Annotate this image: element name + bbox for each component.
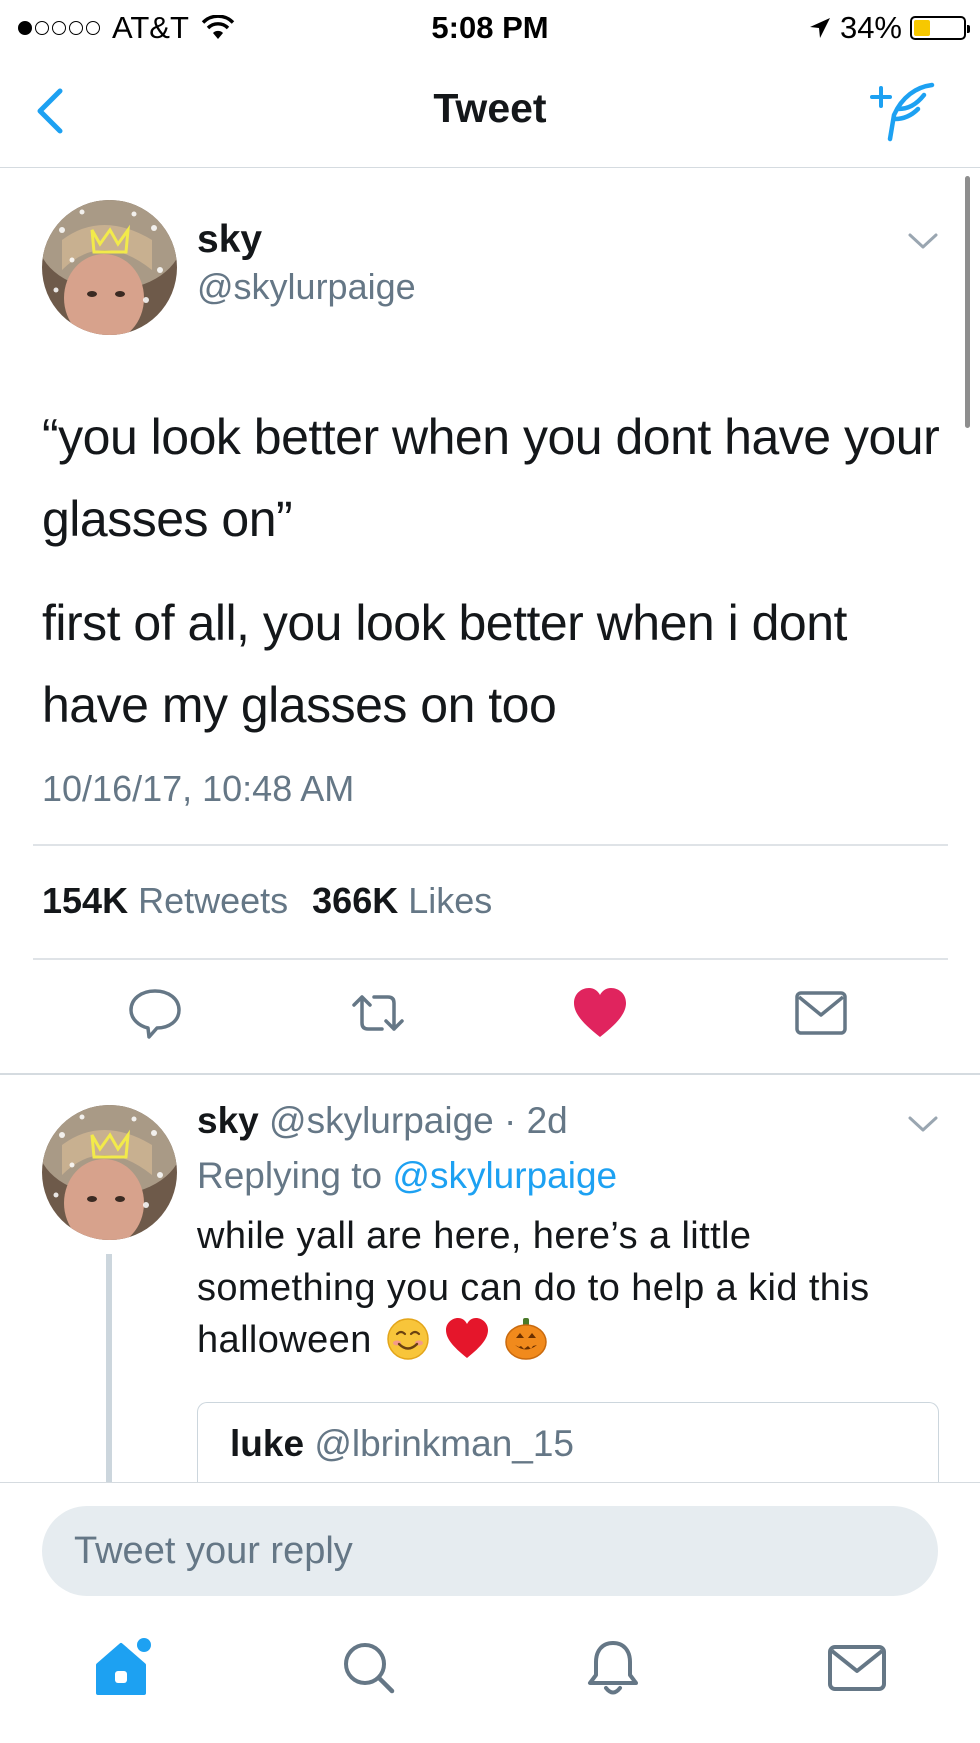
likes-count: 366K: [312, 880, 399, 921]
reply-text-block: while yall are here, here’s a little som…: [197, 1210, 937, 1366]
scrollbar[interactable]: [965, 176, 970, 428]
avatar[interactable]: [42, 1105, 177, 1240]
avatar[interactable]: [42, 200, 177, 335]
retweets-count: 154K: [42, 880, 129, 921]
tweet-timestamp: 10/16/17, 10:48 AM: [42, 768, 355, 809]
replying-to-handle[interactable]: @skylurpaige: [392, 1155, 617, 1196]
divider: [33, 844, 948, 846]
likes-label: Likes: [408, 880, 493, 921]
tweet-paragraph: first of all, you look better when i don…: [42, 595, 847, 733]
divider: [0, 1073, 980, 1075]
home-icon[interactable]: [88, 1633, 158, 1703]
jack-o-lantern-icon: [504, 1318, 547, 1360]
battery-icon: [910, 16, 970, 40]
reply-icon[interactable]: [125, 985, 185, 1041]
replying-to: Replying to @skylurpaige: [197, 1155, 617, 1197]
reply-input[interactable]: Tweet your reply: [42, 1506, 938, 1596]
author-name[interactable]: sky: [197, 218, 262, 262]
tweet-actions: [0, 985, 980, 1045]
author-handle[interactable]: @skylurpaige: [197, 266, 416, 308]
tweet-text: “you look better when you dont have your…: [42, 396, 952, 746]
navigation-header: Tweet: [0, 55, 980, 168]
thread-line: [106, 1254, 112, 1484]
chevron-down-icon[interactable]: [906, 230, 940, 252]
tab-bar: [0, 1633, 980, 1733]
divider: [33, 958, 948, 960]
smiling-face-icon: [386, 1318, 429, 1360]
status-bar: AT&T 5:08 PM 34%: [0, 0, 980, 55]
battery-percent: 34%: [839, 10, 902, 45]
reply-author-name[interactable]: sky: [197, 1100, 259, 1141]
notifications-icon[interactable]: [578, 1633, 648, 1703]
replying-prefix: Replying to: [197, 1155, 383, 1196]
battery-info: 34%: [808, 10, 970, 46]
retweets-label: Retweets: [138, 880, 289, 921]
reply-header: sky @skylurpaige · 2d: [197, 1100, 568, 1142]
red-heart-icon: [445, 1318, 488, 1358]
tweet-paragraph: “you look better when you dont have your…: [42, 409, 940, 547]
compose-tweet-icon[interactable]: [868, 81, 938, 143]
chevron-down-icon[interactable]: [906, 1113, 940, 1135]
likes-stat[interactable]: 366K Likes: [312, 880, 492, 922]
like-heart-icon[interactable]: [570, 985, 630, 1041]
reply-handle-time[interactable]: @skylurpaige · 2d: [269, 1100, 568, 1141]
reply-composer-bar: Tweet your reply: [0, 1482, 980, 1743]
page-title: Tweet: [433, 85, 547, 131]
search-icon[interactable]: [334, 1633, 404, 1703]
retweets-stat[interactable]: 154K Retweets: [42, 880, 288, 922]
retweet-icon[interactable]: [348, 985, 408, 1041]
engagement-stats: 154K Retweets 366K Likes: [42, 880, 492, 922]
quoted-author-handle: @lbrinkman_15: [314, 1423, 575, 1464]
quoted-author-name: luke: [230, 1423, 305, 1464]
messages-icon[interactable]: [822, 1633, 892, 1703]
location-arrow-icon: [809, 18, 830, 38]
direct-message-icon[interactable]: [791, 985, 851, 1041]
